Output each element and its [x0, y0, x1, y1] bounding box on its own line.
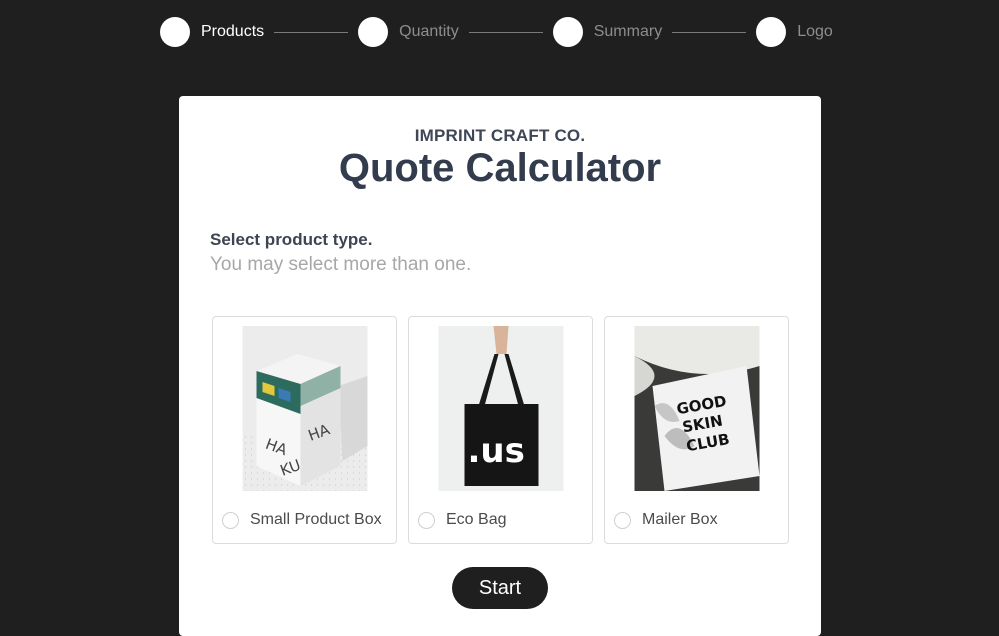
- step-connector: [468, 31, 543, 33]
- step-dot-icon: [552, 17, 583, 47]
- option-label[interactable]: Small Product Box: [250, 511, 382, 529]
- radio-button[interactable]: [614, 511, 631, 529]
- progress-stepper: Products Quantity Summary Logo: [160, 17, 833, 47]
- page-title: Quote Calculator: [338, 146, 662, 190]
- option-eco-bag[interactable]: .us Eco Bag: [408, 316, 593, 544]
- step-label: Quantity: [399, 23, 459, 40]
- step-dot-icon: [160, 17, 190, 47]
- option-row: Mailer Box: [614, 511, 718, 529]
- step-dot-icon: [358, 17, 389, 47]
- product-box-image: HA KU HA: [242, 326, 367, 491]
- step-connector: [672, 31, 747, 33]
- option-mailer-box[interactable]: GOOD SKIN CLUB Mailer Box: [604, 316, 789, 544]
- bag-print-text: .us: [467, 431, 524, 471]
- option-row: Eco Bag: [418, 511, 506, 529]
- quote-card: IMPRINT CRAFT CO. Quote Calculator Selec…: [179, 96, 821, 636]
- tote-bag-image: .us: [438, 326, 563, 491]
- mailer-box-image: GOOD SKIN CLUB: [634, 326, 759, 491]
- step-logo[interactable]: Logo: [756, 17, 833, 47]
- radio-button[interactable]: [222, 511, 239, 529]
- step-label: Logo: [797, 23, 833, 40]
- step-label: Products: [201, 23, 265, 40]
- start-button[interactable]: Start: [452, 567, 548, 609]
- step-label: Summary: [593, 23, 663, 40]
- option-small-product-box[interactable]: HA KU HA Small Product Box: [212, 316, 397, 544]
- step-summary[interactable]: Summary: [552, 17, 663, 47]
- step-connector: [274, 31, 349, 33]
- option-row: Small Product Box: [222, 511, 382, 529]
- product-options: HA KU HA Small Product Box .us Eco Bag G…: [212, 316, 789, 544]
- option-label[interactable]: Mailer Box: [642, 511, 718, 529]
- radio-button[interactable]: [418, 511, 435, 529]
- step-dot-icon: [756, 17, 787, 47]
- question-hint: You may select more than one.: [210, 254, 472, 275]
- option-label[interactable]: Eco Bag: [446, 511, 506, 529]
- step-quantity[interactable]: Quantity: [358, 17, 459, 47]
- step-products[interactable]: Products: [160, 17, 264, 47]
- brand-name: IMPRINT CRAFT CO.: [414, 126, 586, 145]
- question-prompt: Select product type.: [210, 230, 373, 249]
